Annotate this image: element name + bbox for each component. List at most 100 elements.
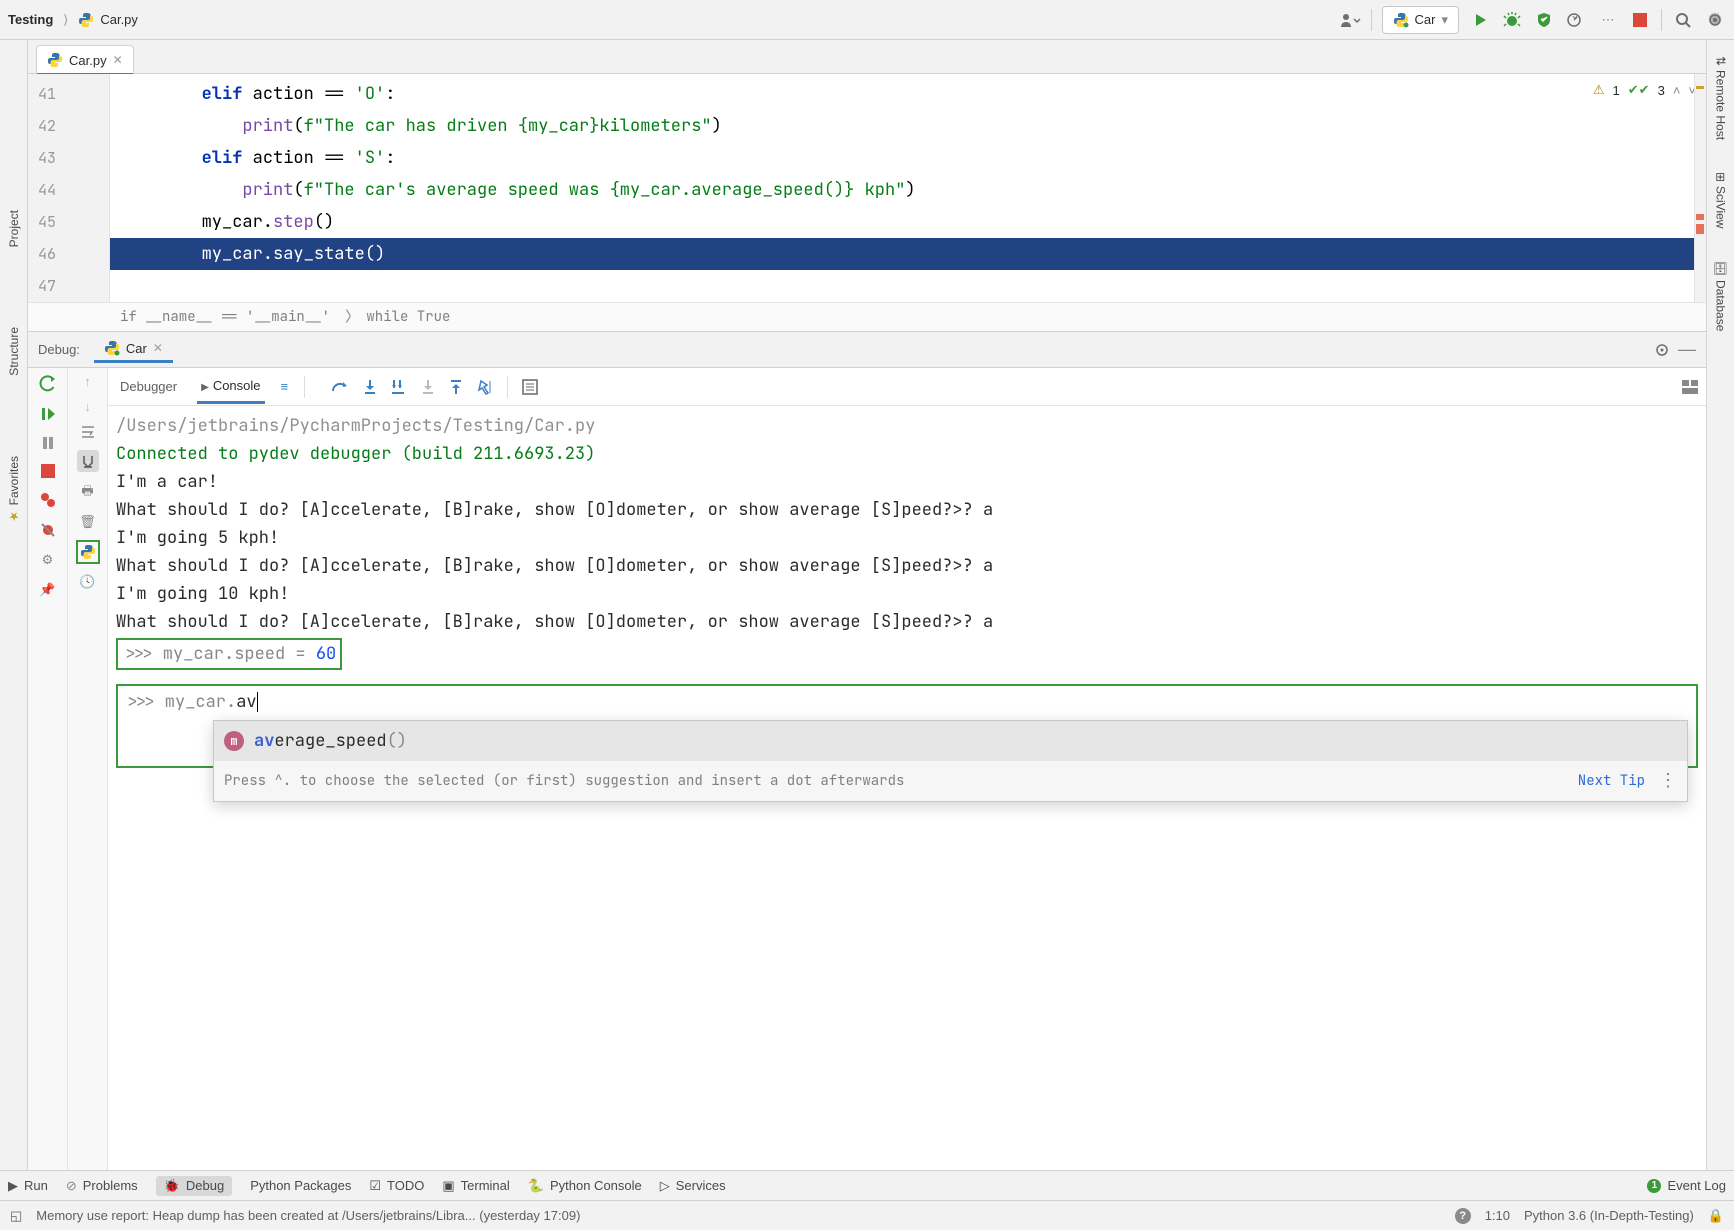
console-side-toolbar: ↑ ↓ 🖶 🗑 🕓 — [68, 368, 108, 1200]
inspection-widget[interactable]: ⚠ 1 ✔✔ 3 ˄ ˅ — [1593, 82, 1696, 98]
status-message[interactable]: Memory use report: Heap dump has been cr… — [36, 1208, 580, 1223]
caret-position[interactable]: 1:10 — [1485, 1208, 1510, 1223]
readonly-lock-icon[interactable]: 🔒 — [1708, 1208, 1724, 1224]
console-tab[interactable]: ▶Console — [197, 370, 264, 404]
pin-tab-icon[interactable]: 📌 — [39, 582, 55, 598]
debug-button[interactable] — [1501, 9, 1523, 31]
debugger-tab[interactable]: Debugger — [116, 371, 181, 402]
show-python-prompt-icon[interactable] — [76, 540, 100, 564]
breadcrumb-item[interactable]: if __name__ == '__main__' — [120, 308, 330, 326]
favorites-tool-button[interactable]: ★Favorites — [7, 456, 21, 523]
settings-button[interactable] — [1704, 9, 1726, 31]
stop-button[interactable] — [1629, 9, 1651, 31]
console-input-area[interactable]: >>> my_car.av m average_speed() Press ^.… — [116, 684, 1698, 768]
mute-breakpoints-icon[interactable] — [40, 522, 56, 538]
down-stack-icon[interactable]: ↓ — [84, 399, 91, 414]
python-file-icon — [47, 52, 63, 68]
debug-config-tab[interactable]: Car ✕ — [94, 336, 173, 363]
python-runconfig-icon — [1393, 12, 1409, 28]
editor-gutter[interactable]: 41424344454647 — [28, 74, 110, 302]
step-into-my-code-icon[interactable] — [391, 379, 407, 395]
executed-command-1: >>> my_car.speed = 60 — [116, 638, 342, 670]
evaluate-expression-icon[interactable] — [522, 379, 538, 395]
resume-icon[interactable] — [40, 406, 56, 422]
tool-windows-quick-access-icon[interactable]: ◱ — [10, 1208, 22, 1224]
autocomplete-item[interactable]: m average_speed() — [214, 721, 1687, 761]
debug-tool-button[interactable]: 🐞Debug — [156, 1176, 233, 1196]
python-console-tool-button[interactable]: 🐍Python Console — [528, 1178, 642, 1194]
remote-host-tool-button[interactable]: ⇅Remote Host — [1714, 50, 1728, 146]
print-icon[interactable]: 🖶 — [81, 482, 93, 504]
debug-console[interactable]: /Users/jetbrains/PycharmProjects/Testing… — [108, 406, 1706, 1200]
run-button[interactable] — [1469, 9, 1491, 31]
rerun-icon[interactable] — [39, 374, 57, 392]
step-over-icon[interactable] — [331, 379, 349, 395]
debug-settings-icon[interactable] — [1654, 342, 1670, 358]
services-tool-button[interactable]: ▷Services — [660, 1178, 726, 1194]
history-icon[interactable]: 🕓 — [79, 574, 95, 590]
help-icon[interactable]: ? — [1455, 1208, 1471, 1224]
code-editor[interactable]: 41424344454647 elif action == 'O': print… — [28, 74, 1706, 302]
view-breakpoints-icon[interactable] — [40, 492, 56, 508]
status-bar: ◱ Memory use report: Heap dump has been … — [0, 1200, 1734, 1230]
debug-label: Debug: — [38, 342, 80, 357]
python-interpreter[interactable]: Python 3.6 (In-Depth-Testing) — [1524, 1208, 1694, 1223]
bottom-tool-stripe: ▶Run ⊘Problems 🐞Debug Python Packages ☑T… — [0, 1170, 1734, 1200]
autocomplete-popup[interactable]: m average_speed() Press ^. to choose the… — [213, 720, 1688, 802]
stop-icon[interactable] — [41, 464, 55, 478]
user-dropdown-icon[interactable] — [1339, 9, 1361, 31]
database-tool-button[interactable]: 🗄Database — [1714, 255, 1728, 338]
run-tool-button[interactable]: ▶Run — [8, 1178, 48, 1194]
debug-settings-icon[interactable]: ⚙ — [42, 552, 54, 568]
pass-count: 3 — [1658, 83, 1665, 98]
debug-config-name: Car — [126, 341, 147, 356]
editor-breadcrumbs[interactable]: if __name__ == '__main__' ⟩ while True — [28, 302, 1706, 332]
navigation-bar: Testing ⟩ Car.py Car ▾ ⋯ — [0, 0, 1734, 40]
close-debug-tab-icon[interactable]: ✕ — [153, 341, 163, 355]
profile-button[interactable] — [1565, 9, 1587, 31]
editor-code-area[interactable]: elif action == 'O': print(f"The car has … — [110, 74, 1706, 302]
hide-tool-window-icon[interactable]: — — [1678, 339, 1696, 360]
force-step-into-icon[interactable] — [421, 379, 435, 395]
breadcrumb-file[interactable]: Car.py — [100, 12, 138, 27]
structure-tool-button[interactable]: Structure — [7, 327, 21, 376]
breadcrumbs[interactable]: Testing ⟩ Car.py — [8, 12, 138, 28]
more-run-icon[interactable]: ⋯ — [1597, 9, 1619, 31]
editor-tab-car[interactable]: Car.py ✕ — [36, 45, 134, 74]
event-log-tool-button[interactable]: 1Event Log — [1647, 1178, 1726, 1193]
project-tool-button[interactable]: Project — [7, 210, 21, 247]
console-connected-line: Connected to pydev debugger (build 211.6… — [116, 440, 1698, 468]
step-out-icon[interactable] — [449, 379, 463, 395]
more-options-icon[interactable]: ⋮ — [1659, 767, 1677, 795]
chevron-right-icon: ⟩ — [59, 12, 72, 28]
sciview-tool-button[interactable]: ⊞SciView — [1714, 166, 1728, 235]
prev-highlight-icon[interactable]: ˄ — [1673, 83, 1681, 98]
editor-tabs: Car.py ✕ — [28, 40, 1706, 74]
terminal-tool-button[interactable]: ▣Terminal — [442, 1178, 509, 1194]
python-packages-tool-button[interactable]: Python Packages — [250, 1178, 351, 1193]
layout-settings-icon[interactable] — [1682, 380, 1698, 394]
up-stack-icon[interactable]: ↑ — [84, 374, 91, 389]
soft-wrap-icon[interactable] — [80, 424, 96, 440]
next-tip-link[interactable]: Next Tip — [1578, 767, 1645, 795]
python-file-icon — [78, 12, 94, 28]
python-runconfig-icon — [104, 340, 120, 356]
search-everywhere-button[interactable] — [1672, 9, 1694, 31]
run-config-label: Car — [1415, 12, 1436, 27]
chevron-down-icon: ▾ — [1441, 12, 1448, 28]
clear-icon[interactable]: 🗑 — [79, 514, 96, 530]
step-into-icon[interactable] — [363, 379, 377, 395]
run-configuration-selector[interactable]: Car ▾ — [1382, 6, 1459, 34]
breadcrumb-root[interactable]: Testing — [8, 12, 53, 27]
breadcrumb-item[interactable]: while True — [366, 308, 450, 326]
editor-tab-label: Car.py — [69, 53, 107, 68]
close-tab-icon[interactable]: ✕ — [113, 53, 123, 67]
coverage-button[interactable] — [1533, 9, 1555, 31]
chevron-right-icon: ⟩ — [340, 308, 356, 326]
scroll-to-end-icon[interactable] — [77, 450, 99, 472]
error-stripe[interactable] — [1694, 74, 1706, 302]
problems-tool-button[interactable]: ⊘Problems — [66, 1178, 138, 1194]
pause-icon[interactable] — [41, 436, 55, 450]
todo-tool-button[interactable]: ☑TODO — [369, 1178, 424, 1194]
run-to-cursor-icon[interactable] — [477, 379, 493, 395]
